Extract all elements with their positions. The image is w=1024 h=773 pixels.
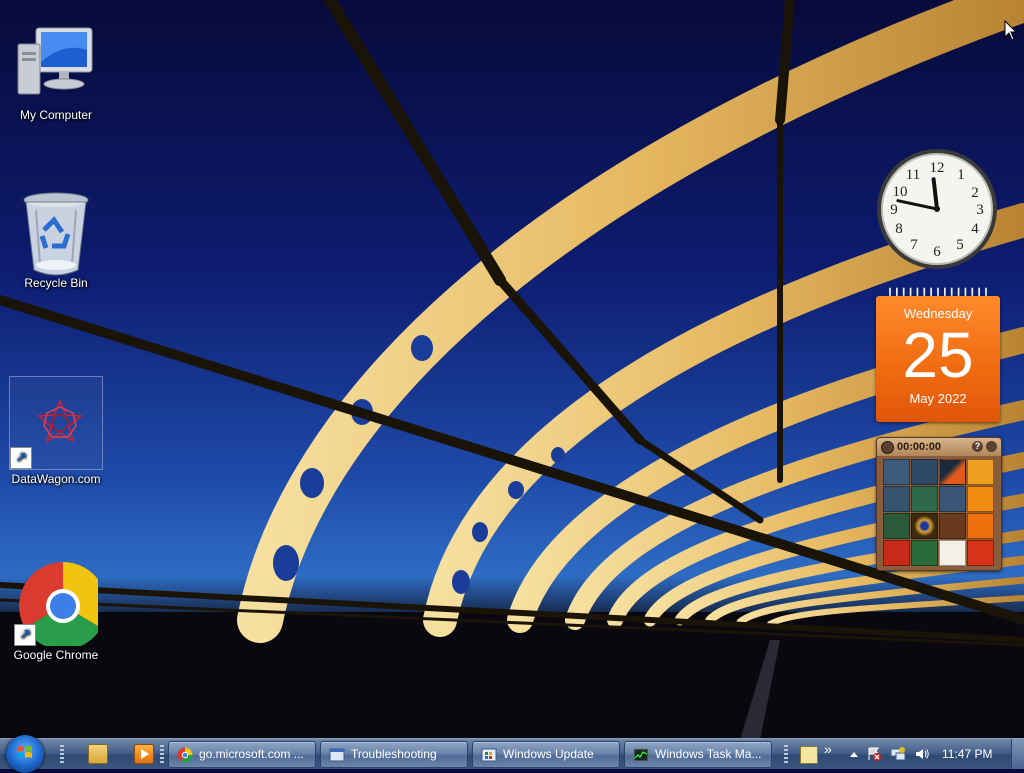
clock-gadget[interactable]: 12 1 2 345 678 9 10 11	[876, 148, 998, 270]
taskbar-grip[interactable]	[160, 745, 164, 763]
task-manager-icon	[633, 748, 649, 762]
taskbar-button-chrome[interactable]: go.microsoft.com ...	[168, 741, 316, 768]
show-hidden-icons-icon[interactable]	[846, 746, 862, 762]
network-icon[interactable]	[890, 746, 906, 762]
puzzle-tile[interactable]	[967, 540, 994, 566]
recycle-bin-icon	[14, 190, 98, 276]
start-button[interactable]	[6, 735, 44, 773]
desktop-icon-label: Google Chrome	[13, 648, 99, 662]
puzzle-tile[interactable]	[939, 540, 966, 566]
svg-text:6: 6	[933, 244, 941, 260]
desktop-icon-datawagon[interactable]: ↗ DataWagon.com	[6, 376, 106, 486]
puzzle-tile[interactable]	[939, 459, 966, 485]
chrome-icon: ↗	[14, 562, 107, 650]
svg-text:10: 10	[893, 184, 908, 200]
analog-clock-face: 12 12 345 678 91011	[877, 149, 997, 269]
puzzle-tile[interactable]	[967, 513, 994, 539]
svg-text:3: 3	[976, 202, 984, 218]
action-center-icon[interactable]	[866, 746, 882, 762]
svg-text:7: 7	[910, 237, 918, 253]
desktop-icon-recycle-bin[interactable]: Recycle Bin	[6, 190, 106, 290]
puzzle-tile[interactable]	[911, 513, 938, 539]
troubleshooting-icon	[329, 748, 345, 762]
puzzle-tile[interactable]	[911, 486, 938, 512]
puzzle-tile[interactable]	[883, 540, 910, 566]
taskbar-button-label: Windows Update	[503, 747, 594, 761]
taskbar-clock[interactable]: 11:47 PM	[942, 739, 992, 769]
options-icon[interactable]	[986, 441, 997, 452]
svg-text:1: 1	[957, 167, 965, 183]
calendar-day-number: 25	[902, 319, 974, 391]
puzzle-tile[interactable]	[939, 513, 966, 539]
desktop-wallpaper	[0, 0, 1024, 740]
calendar-gadget[interactable]: Wednesday 25 May 2022	[876, 286, 1000, 422]
windows-logo-icon	[18, 746, 32, 758]
desktop-icon-label: My Computer	[19, 108, 93, 122]
taskbar-grip[interactable]	[60, 745, 64, 763]
taskbar-grip[interactable]	[784, 745, 788, 763]
svg-text:8: 8	[895, 221, 903, 237]
svg-text:4: 4	[971, 221, 979, 237]
puzzle-tile[interactable]	[911, 459, 938, 485]
desktop-icon-label: Recycle Bin	[24, 276, 88, 290]
help-icon[interactable]: ?	[972, 441, 983, 452]
puzzle-grid	[883, 459, 994, 567]
calendar-month-year: May 2022	[909, 391, 967, 406]
show-desktop-button[interactable]	[1011, 739, 1024, 769]
svg-text:11: 11	[906, 167, 920, 183]
explorer-icon[interactable]	[88, 744, 108, 764]
taskbar-button-label: go.microsoft.com ...	[199, 747, 304, 761]
taskbar: go.microsoft.com ... Troubleshooting Win…	[0, 735, 1024, 773]
desktop-icon-google-chrome[interactable]: ↗ Google Chrome	[6, 562, 107, 662]
shortcut-arrow-icon: ↗	[10, 447, 32, 469]
taskbar-button-label: Troubleshooting	[351, 747, 437, 761]
taskbar-button-task-manager[interactable]: Windows Task Ma...	[624, 741, 772, 768]
svg-text:5: 5	[956, 237, 964, 253]
notes-icon[interactable]	[800, 746, 818, 764]
picture-puzzle-gadget[interactable]: 00:00:00 ?	[876, 437, 1002, 571]
puzzle-tile[interactable]	[939, 486, 966, 512]
taskbar-button-troubleshooting[interactable]: Troubleshooting	[320, 741, 468, 768]
puzzle-tile[interactable]	[883, 513, 910, 539]
timer-icon	[881, 441, 894, 454]
puzzle-tile[interactable]	[883, 459, 910, 485]
svg-text:2: 2	[971, 185, 979, 201]
puzzle-tile[interactable]	[883, 486, 910, 512]
calendar-page: Wednesday 25 May 2022	[876, 296, 1000, 422]
puzzle-tile[interactable]	[911, 540, 938, 566]
puzzle-tile[interactable]	[967, 486, 994, 512]
svg-text:12: 12	[930, 160, 945, 176]
taskbar-button-label: Windows Task Ma...	[655, 747, 762, 761]
puzzle-header: 00:00:00 ?	[877, 438, 1001, 456]
shortcut-arrow-icon: ↗	[14, 624, 36, 646]
windows-update-icon	[481, 748, 497, 762]
chrome-icon	[177, 747, 193, 763]
puzzle-tile[interactable]	[967, 459, 994, 485]
desktop-icon-label: DataWagon.com	[11, 472, 101, 486]
mouse-cursor-icon	[1004, 20, 1018, 41]
toolbar-overflow-chevron[interactable]: »	[824, 741, 832, 757]
desktop-icon-my-computer[interactable]: My Computer	[6, 22, 106, 122]
media-player-icon[interactable]	[134, 744, 154, 764]
taskbar-button-windows-update[interactable]: Windows Update	[472, 741, 620, 768]
computer-icon	[14, 22, 98, 106]
volume-icon[interactable]	[914, 746, 930, 762]
svg-text:9: 9	[890, 202, 898, 218]
datawagon-icon: ↗	[9, 376, 103, 470]
puzzle-timer: 00:00:00	[897, 441, 942, 453]
